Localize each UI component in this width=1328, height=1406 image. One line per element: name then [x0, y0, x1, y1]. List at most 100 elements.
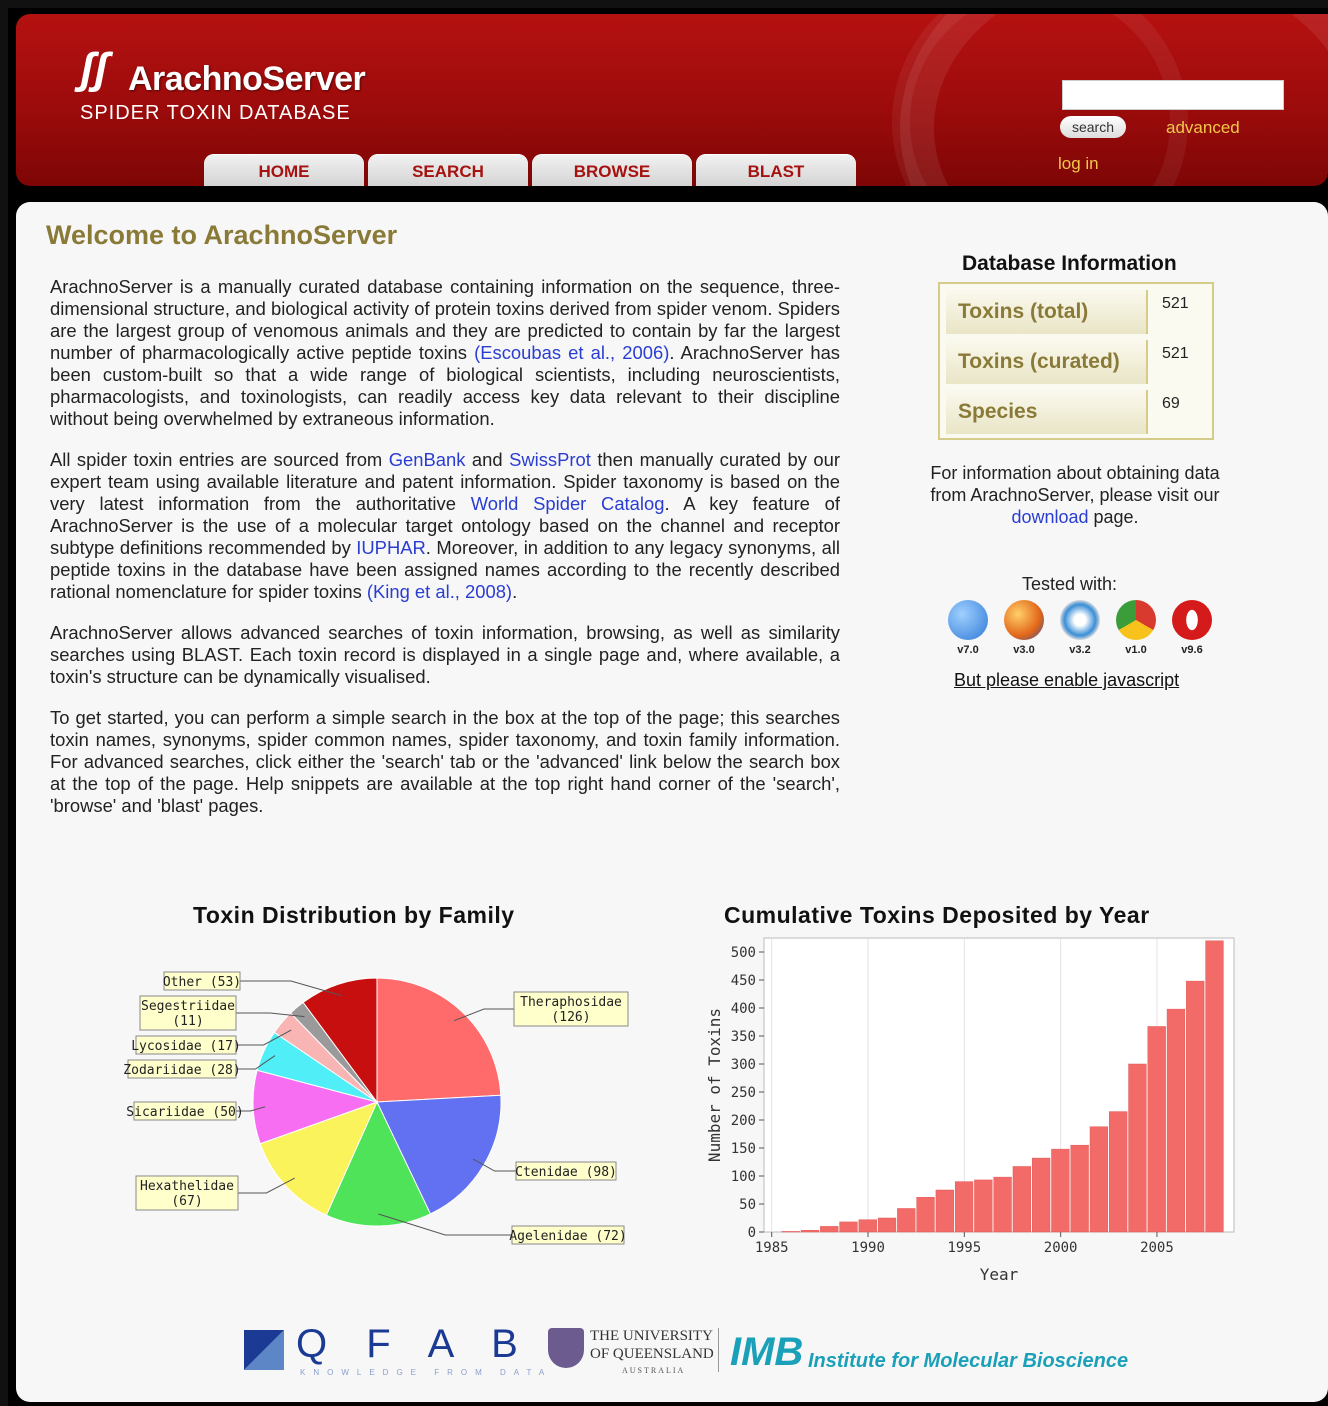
king-link[interactable]: (King et al., 2008): [367, 581, 512, 602]
bar: [974, 1179, 993, 1233]
escoubas-link[interactable]: (Escoubas et al., 2006): [474, 342, 669, 363]
db-row-value: 521: [1162, 345, 1189, 362]
qfab-tagline: KNOWLEDGE FROM DATA: [300, 1368, 553, 1377]
text: and: [465, 449, 510, 470]
swissprot-link[interactable]: SwissProt: [509, 449, 591, 470]
genbank-link[interactable]: GenBank: [389, 449, 466, 470]
y-tick-label: 0: [748, 1225, 756, 1241]
browser-item: v7.0: [944, 600, 992, 656]
bar: [1166, 1008, 1186, 1233]
y-tick-label: 400: [731, 1001, 756, 1017]
y-tick-label: 500: [731, 945, 756, 961]
intro-paragraph: All spider toxin entries are sourced fro…: [50, 449, 840, 603]
uq-crest-icon: [548, 1328, 584, 1368]
logo-title[interactable]: ArachnoServer: [128, 60, 366, 99]
advanced-search-link[interactable]: advanced: [1166, 118, 1240, 138]
db-row-label: Toxins (curated): [946, 340, 1148, 384]
bar: [1147, 1026, 1166, 1233]
chrome-icon: [1116, 600, 1156, 640]
browser-version: v3.0: [1013, 644, 1035, 656]
qfab-logo-icon: [244, 1330, 284, 1370]
bar: [858, 1219, 877, 1233]
y-tick-label: 100: [731, 1169, 756, 1185]
y-tick-label: 450: [731, 973, 756, 989]
pie-label: Segestriidae: [141, 999, 235, 1014]
db-info-table: Toxins (total) 521 Toxins (curated) 521 …: [938, 282, 1214, 440]
opera-icon: [1172, 600, 1212, 640]
pie-label-value: (126): [551, 1010, 590, 1025]
footer-logos: Q F A B KNOWLEDGE FROM DATA THE UNIVERSI…: [230, 1322, 1128, 1382]
x-tick-label: 1990: [851, 1240, 885, 1256]
download-info: For information about obtaining data fro…: [920, 462, 1230, 528]
y-tick-label: 250: [731, 1085, 756, 1101]
text: .: [512, 581, 518, 602]
bar: [800, 1230, 820, 1233]
bar: [820, 1226, 839, 1233]
page-title: Welcome to ArachnoServer: [46, 220, 398, 250]
uq-name-line3: AUSTRALIA: [622, 1366, 686, 1375]
db-row: Toxins (total) 521: [946, 288, 1208, 334]
bar: [1186, 980, 1205, 1233]
bar: [1031, 1157, 1051, 1233]
db-row-label: Toxins (total): [946, 290, 1148, 334]
db-row-value: 521: [1162, 295, 1189, 312]
world-spider-catalog-link[interactable]: World Spider Catalog: [471, 493, 665, 514]
bar: [916, 1197, 935, 1233]
tab-search[interactable]: SEARCH: [368, 154, 528, 186]
db-info-title: Database Information: [962, 252, 1177, 275]
imb-logo[interactable]: IMB: [730, 1330, 803, 1375]
safari-icon: [1060, 600, 1100, 640]
pie-label: Zodariidae (28): [123, 1063, 240, 1078]
bar-chart: 1985 1990 1995 2000 2005 0 50 100 150 200 250 300 35…: [705, 937, 1235, 1284]
db-row: Species 69: [946, 388, 1208, 434]
bar: [781, 1231, 800, 1233]
intro-paragraph: ArachnoServer allows advanced searches o…: [50, 622, 840, 687]
enable-javascript-note: But please enable javascript: [954, 670, 1180, 690]
x-axis-label: Year: [980, 1265, 1019, 1284]
login-link[interactable]: log in: [1058, 154, 1099, 174]
browser-item: v3.2: [1056, 600, 1104, 656]
tested-with-label: Tested with:: [1022, 574, 1118, 594]
bar: [993, 1176, 1012, 1233]
download-link[interactable]: download: [1011, 507, 1088, 527]
ie-icon: [948, 600, 988, 640]
browser-item: v3.0: [1000, 600, 1048, 656]
browser-version: v7.0: [957, 644, 979, 656]
pie-chart-title: Toxin Distribution by Family: [193, 902, 515, 928]
logo-icon: ʃʃ: [80, 44, 109, 93]
text: All spider toxin entries are sourced fro…: [50, 449, 389, 470]
search-button[interactable]: search: [1060, 116, 1126, 138]
iuphar-link[interactable]: IUPHAR: [356, 537, 426, 558]
firefox-icon: [1004, 600, 1044, 640]
x-tick-label: 2000: [1044, 1240, 1078, 1256]
qfab-logo[interactable]: Q F A B: [296, 1322, 532, 1367]
bar: [1205, 940, 1224, 1233]
main-nav: HOME SEARCH BROWSE BLAST: [204, 154, 856, 186]
bar-chart-title: Cumulative Toxins Deposited by Year: [724, 902, 1150, 928]
pie-label: Agelenidae (72): [509, 1229, 626, 1244]
uq-name-line1: THE UNIVERSITY: [590, 1328, 713, 1344]
x-tick-label: 2005: [1140, 1240, 1174, 1256]
tab-home[interactable]: HOME: [204, 154, 364, 186]
y-tick-label: 300: [731, 1057, 756, 1073]
bar: [935, 1189, 954, 1233]
bar: [954, 1181, 974, 1233]
y-tick-label: 150: [731, 1141, 756, 1157]
tab-browse[interactable]: BROWSE: [532, 154, 692, 186]
y-tick-label: 200: [731, 1113, 756, 1129]
bar: [1070, 1144, 1089, 1233]
browser-version: v1.0: [1125, 644, 1147, 656]
logo-subtitle: SPIDER TOXIN DATABASE: [80, 102, 351, 124]
tab-blast[interactable]: BLAST: [696, 154, 856, 186]
db-row-value: 69: [1162, 395, 1180, 412]
bar: [877, 1217, 897, 1233]
imb-full-name: Institute for Molecular Bioscience: [808, 1350, 1129, 1372]
browser-version: v9.6: [1181, 644, 1203, 656]
browser-list: v7.0 v3.0 v3.2 v1.0 v9.6: [944, 600, 1234, 664]
divider: [718, 1328, 719, 1372]
bar: [1012, 1166, 1031, 1233]
pie-label: Lycosidae (17): [131, 1039, 241, 1054]
site-header: ʃʃ ArachnoServer SPIDER TOXIN DATABASE H…: [16, 14, 1328, 186]
search-input[interactable]: [1062, 80, 1284, 110]
y-tick-label: 350: [731, 1029, 756, 1045]
